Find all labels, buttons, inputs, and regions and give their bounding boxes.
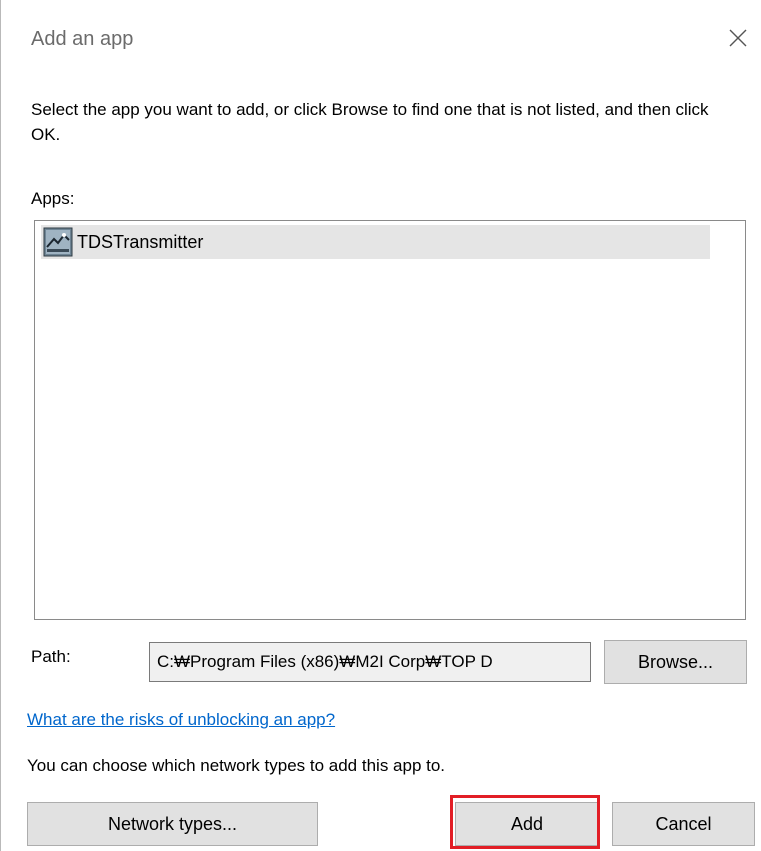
path-field[interactable]: C:₩Program Files (x86)₩M2I Corp₩TOP D — [149, 642, 591, 682]
list-item-label: TDSTransmitter — [77, 231, 204, 252]
apps-listbox[interactable]: TDSTransmitter — [34, 220, 746, 620]
network-note: You can choose which network types to ad… — [27, 756, 446, 775]
path-label: Path: — [31, 647, 71, 666]
risks-link[interactable]: What are the risks of unblocking an app? — [27, 710, 335, 730]
add-button[interactable]: Add — [455, 802, 599, 846]
network-types-button[interactable]: Network types... — [27, 802, 318, 846]
list-item[interactable]: TDSTransmitter — [41, 225, 710, 259]
dialog-title: Add an app — [31, 28, 134, 50]
app-icon — [43, 227, 73, 257]
apps-label: Apps: — [31, 189, 75, 208]
browse-button[interactable]: Browse... — [604, 640, 747, 684]
dialog-left-border — [0, 0, 1, 851]
cancel-button[interactable]: Cancel — [612, 802, 755, 846]
instructions-text: Select the app you want to add, or click… — [31, 100, 709, 144]
close-icon[interactable] — [722, 22, 754, 54]
